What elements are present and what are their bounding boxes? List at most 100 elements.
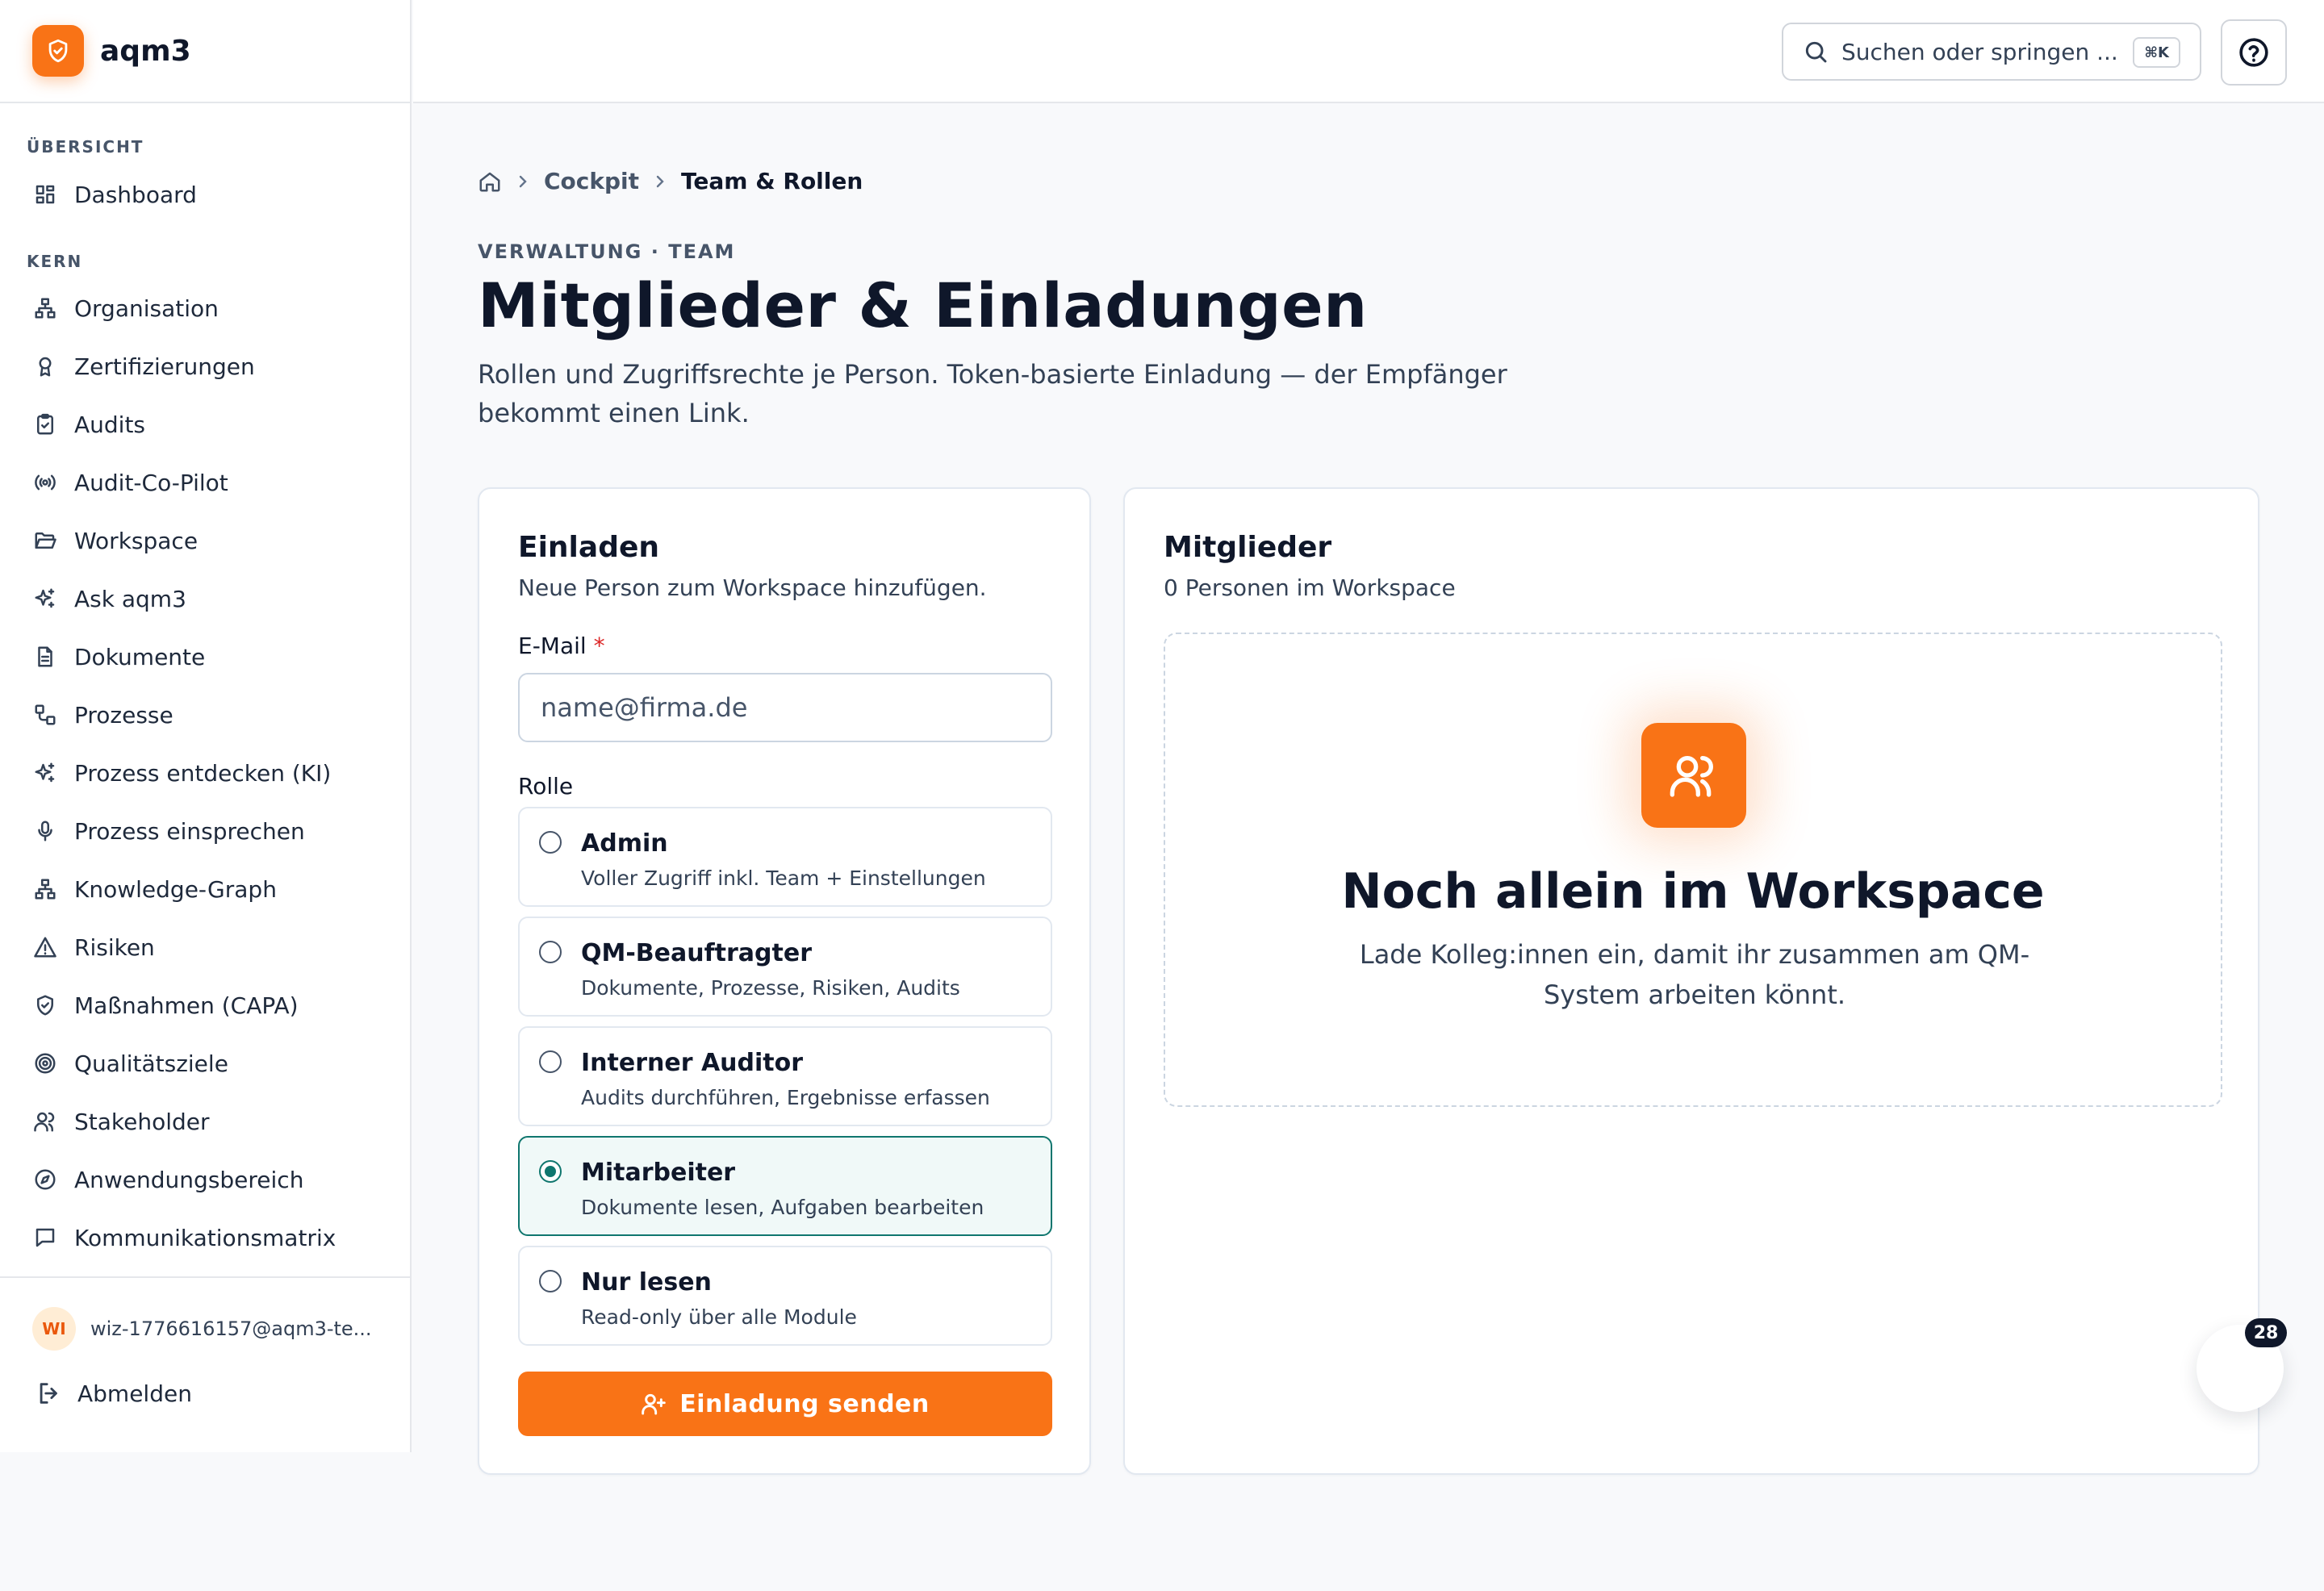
role-option-admin[interactable]: Admin Voller Zugriff inkl. Team + Einste… bbox=[518, 807, 1052, 907]
invite-title: Einladen bbox=[518, 531, 660, 564]
role-name: Admin bbox=[581, 829, 668, 858]
sidebar-item-label: Zertifizierungen bbox=[74, 353, 255, 380]
sidebar-divider bbox=[0, 1276, 412, 1278]
sidebar-item-ask-aqm3[interactable]: Ask aqm3 bbox=[24, 574, 387, 623]
sidebar-item-label: Risiken bbox=[74, 933, 155, 961]
compass-icon bbox=[32, 1167, 58, 1192]
empty-state-description: Lade Kolleg:innen ein, damit ihr zusamme… bbox=[1359, 939, 2030, 1010]
role-option-qm-beauftragter[interactable]: QM-Beauftragter Dokumente, Prozesse, Ris… bbox=[518, 917, 1052, 1017]
role-name: QM-Beauftragter bbox=[581, 939, 813, 967]
members-title: Mitglieder bbox=[1164, 531, 1332, 564]
sidebar-item-prozesse[interactable]: Prozesse bbox=[24, 691, 387, 739]
email-label: E-Mail * bbox=[518, 633, 605, 659]
members-card: Mitglieder 0 Personen im Workspace Noch … bbox=[1123, 487, 2259, 1475]
award-icon bbox=[32, 353, 58, 379]
search-placeholder: Suchen oder springen ... bbox=[1841, 38, 2118, 65]
topbar: Suchen oder springen ... ⌘K bbox=[413, 0, 2324, 103]
sidebar: aqm3 ÜBERSICHT KERN Dashboard Organisati… bbox=[0, 0, 412, 1452]
warning-icon bbox=[32, 934, 58, 960]
search-input[interactable]: Suchen oder springen ... ⌘K bbox=[1782, 23, 2201, 81]
sidebar-item-label: Knowledge-Graph bbox=[74, 875, 277, 903]
required-mark: * bbox=[593, 633, 605, 659]
sidebar-item-label: Organisation bbox=[74, 294, 219, 322]
logout-button[interactable]: Abmelden bbox=[36, 1380, 192, 1407]
sidebar-item-dokumente[interactable]: Dokumente bbox=[24, 633, 387, 681]
radio-button[interactable] bbox=[539, 1270, 562, 1292]
avatar: WI bbox=[32, 1307, 76, 1351]
logout-icon bbox=[40, 1383, 57, 1404]
radio-button-selected[interactable] bbox=[539, 1160, 562, 1183]
hierarchy-icon bbox=[32, 295, 58, 321]
breadcrumb: Cockpit Team & Rollen bbox=[478, 168, 863, 194]
help-button[interactable] bbox=[2221, 19, 2287, 86]
send-invitation-button[interactable]: Einladung senden bbox=[518, 1372, 1052, 1436]
sidebar-item-organisation[interactable]: Organisation bbox=[24, 284, 387, 332]
sidebar-item-knowledge-graph[interactable]: Knowledge-Graph bbox=[24, 865, 387, 913]
sparkles-icon bbox=[32, 586, 58, 612]
sidebar-item-audit-co-pilot[interactable]: Audit-Co-Pilot bbox=[24, 458, 387, 507]
sidebar-item-label: Prozess einsprechen bbox=[74, 817, 305, 845]
role-description: Voller Zugriff inkl. Team + Einstellunge… bbox=[581, 866, 986, 890]
app-name: aqm3 bbox=[100, 34, 191, 68]
sidebar-item-prozess-einsprechen[interactable]: Prozess einsprechen bbox=[24, 807, 387, 855]
shield-check-icon bbox=[32, 992, 58, 1018]
user-plus-icon bbox=[642, 1393, 667, 1415]
sidebar-item-label: Ask aqm3 bbox=[74, 585, 186, 612]
breadcrumb-cockpit[interactable]: Cockpit bbox=[544, 168, 639, 194]
sidebar-item-label: Workspace bbox=[74, 527, 199, 554]
sidebar-item-qualitaetsziele[interactable]: Qualitätsziele bbox=[24, 1039, 387, 1088]
document-icon bbox=[32, 644, 58, 670]
sidebar-item-dashboard[interactable]: Dashboard bbox=[24, 170, 387, 219]
role-option-interner-auditor[interactable]: Interner Auditor Audits durchführen, Erg… bbox=[518, 1026, 1052, 1126]
role-option-mitarbeiter[interactable]: Mitarbeiter Dokumente lesen, Aufgaben be… bbox=[518, 1136, 1052, 1236]
page-title: Mitglieder & Einladungen bbox=[478, 269, 1368, 341]
email-field[interactable] bbox=[518, 673, 1052, 742]
role-description: Dokumente lesen, Aufgaben bearbeiten bbox=[581, 1196, 984, 1219]
notification-badge: 28 bbox=[2245, 1318, 2287, 1347]
sidebar-item-label: Anwendungsbereich bbox=[74, 1166, 304, 1193]
sidebar-item-anwendungsbereich[interactable]: Anwendungsbereich bbox=[24, 1155, 387, 1204]
invite-card: Einladen Neue Person zum Workspace hinzu… bbox=[478, 487, 1091, 1475]
radio-button[interactable] bbox=[539, 1050, 562, 1073]
sidebar-item-label: Audit-Co-Pilot bbox=[74, 469, 228, 496]
message-icon bbox=[32, 1225, 58, 1251]
page-eyebrow: VERWALTUNG · TEAM bbox=[478, 240, 736, 263]
sidebar-item-stakeholder[interactable]: Stakeholder bbox=[24, 1097, 387, 1146]
radio-button[interactable] bbox=[539, 941, 562, 963]
microphone-icon bbox=[32, 818, 58, 844]
members-count: 0 Personen im Workspace bbox=[1164, 574, 1456, 601]
search-shortcut: ⌘K bbox=[2133, 37, 2180, 68]
sidebar-item-zertifizierungen[interactable]: Zertifizierungen bbox=[24, 342, 387, 390]
grid-icon bbox=[32, 182, 58, 207]
chevron-right-icon bbox=[519, 175, 527, 187]
sidebar-item-prozess-entdecken[interactable]: Prozess entdecken (KI) bbox=[24, 749, 387, 797]
brand[interactable]: aqm3 bbox=[0, 0, 410, 103]
sidebar-item-audits[interactable]: Audits bbox=[24, 400, 387, 449]
role-name: Mitarbeiter bbox=[581, 1159, 736, 1187]
folder-open-icon bbox=[32, 528, 58, 553]
nav-section-core: KERN bbox=[27, 252, 83, 271]
role-name: Nur lesen bbox=[581, 1268, 712, 1297]
role-description: Read-only über alle Module bbox=[581, 1305, 857, 1329]
role-label: Rolle bbox=[518, 773, 574, 800]
sidebar-item-risiken[interactable]: Risiken bbox=[24, 923, 387, 971]
home-icon[interactable] bbox=[478, 169, 502, 194]
sidebar-item-massnahmen[interactable]: Maßnahmen (CAPA) bbox=[24, 981, 387, 1029]
workflow-icon bbox=[32, 702, 58, 728]
search-icon bbox=[1805, 41, 1827, 63]
sidebar-item-label: Dashboard bbox=[74, 181, 197, 208]
empty-state: Noch allein im Workspace Lade Kolleg:inn… bbox=[1164, 633, 2222, 1107]
sidebar-item-label: Stakeholder bbox=[74, 1108, 210, 1135]
radio-button[interactable] bbox=[539, 831, 562, 854]
target-icon bbox=[32, 1050, 58, 1076]
sidebar-item-kommunikationsmatrix[interactable]: Kommunikationsmatrix bbox=[24, 1213, 387, 1262]
empty-state-title: Noch allein im Workspace bbox=[1341, 863, 2045, 920]
broadcast-icon bbox=[32, 470, 58, 495]
sidebar-item-workspace[interactable]: Workspace bbox=[24, 516, 387, 565]
invite-subtitle: Neue Person zum Workspace hinzufügen. bbox=[518, 574, 987, 601]
users-icon bbox=[1641, 723, 1746, 828]
shield-check-icon bbox=[32, 25, 84, 77]
user-profile[interactable]: WI wiz-1776616157@aqm3-te... bbox=[32, 1307, 372, 1351]
role-option-nur-lesen[interactable]: Nur lesen Read-only über alle Module bbox=[518, 1246, 1052, 1346]
hierarchy-icon bbox=[32, 876, 58, 902]
